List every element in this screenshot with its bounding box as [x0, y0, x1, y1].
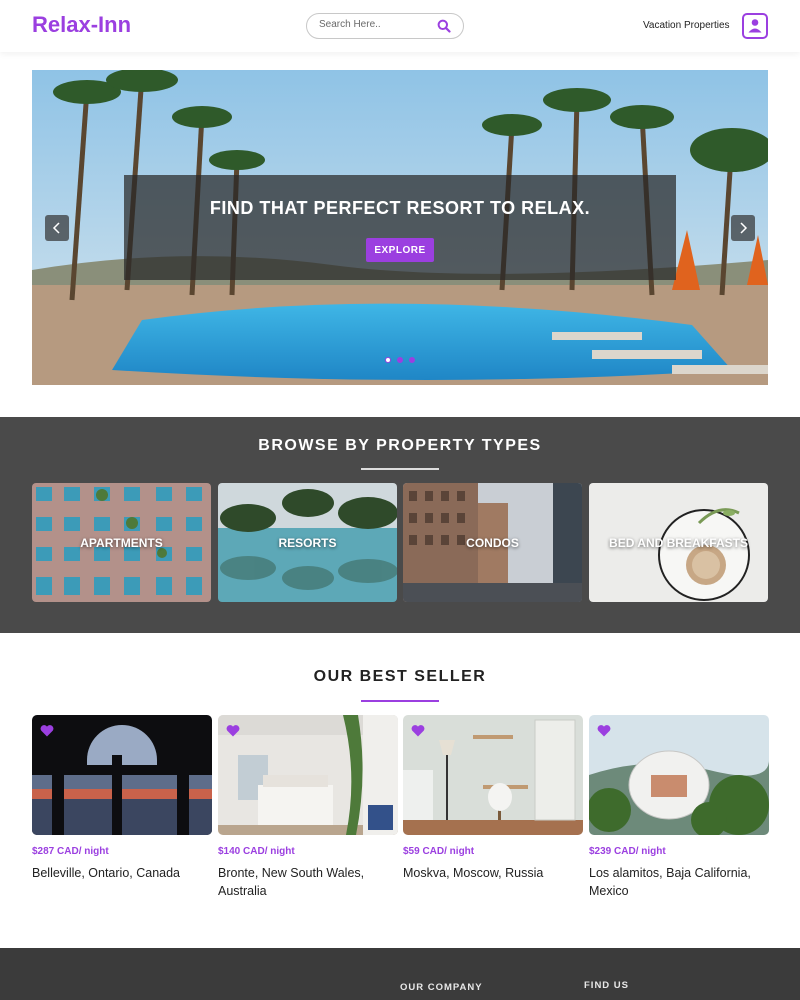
listing-price: $59 CAD/ night [403, 846, 475, 857]
footer-heading-find-us: FIND US [584, 980, 629, 991]
chevron-right-icon [740, 222, 748, 234]
property-type-bed-and-breakfasts[interactable]: BED AND BREAKFASTS [589, 483, 768, 602]
listing-location[interactable]: Moskva, Moscow, Russia [403, 864, 583, 882]
listing-price: $287 CAD/ night [32, 846, 109, 857]
carousel-indicators [383, 357, 423, 365]
property-type-label: APARTMENTS [80, 536, 163, 550]
hero-caption: FIND THAT PERFECT RESORT TO RELAX. EXPLO… [124, 175, 676, 280]
chevron-left-icon [52, 222, 60, 234]
explore-button[interactable]: EXPLORE [366, 238, 434, 262]
title-divider [361, 468, 439, 470]
user-icon [748, 19, 762, 33]
site-logo[interactable]: Relax-Inn [32, 12, 131, 38]
listing-price: $239 CAD/ night [589, 846, 666, 857]
browse-section: BROWSE BY PROPERTY TYPES APARTMENTS RESO… [0, 417, 800, 633]
carousel-prev-button[interactable] [45, 215, 69, 241]
hero-carousel: FIND THAT PERFECT RESORT TO RELAX. EXPLO… [32, 70, 768, 385]
listing-card[interactable]: $59 CAD/ night Moskva, Moscow, Russia [403, 715, 583, 880]
title-divider [361, 700, 439, 702]
browse-title: BROWSE BY PROPERTY TYPES [258, 437, 542, 454]
property-type-resorts[interactable]: RESORTS [218, 483, 397, 602]
listing-photo [32, 715, 212, 835]
listing-image[interactable] [589, 715, 769, 835]
carousel-next-button[interactable] [731, 215, 755, 241]
vacation-properties-link[interactable]: Vacation Properties [643, 20, 730, 31]
property-type-label: RESORTS [278, 536, 337, 550]
account-button[interactable] [742, 13, 768, 39]
listing-image[interactable] [403, 715, 583, 835]
top-header: Relax-Inn Vacation Properties [0, 0, 800, 52]
heart-icon[interactable] [411, 724, 425, 737]
search-box [306, 13, 464, 39]
property-type-apartments[interactable]: APARTMENTS [32, 483, 211, 602]
property-type-label: CONDOS [466, 536, 519, 550]
property-type-condos[interactable]: CONDOS [403, 483, 582, 602]
listing-photo [589, 715, 769, 835]
search-input[interactable] [319, 19, 429, 30]
listing-card[interactable]: $287 CAD/ night Belleville, Ontario, Can… [32, 715, 212, 880]
carousel-dot[interactable] [397, 357, 403, 363]
listing-location[interactable]: Los alamitos, Baja California, Mexico [589, 864, 769, 900]
listing-photo [403, 715, 583, 835]
listing-price: $140 CAD/ night [218, 846, 295, 857]
carousel-dot[interactable] [409, 357, 415, 363]
listing-image[interactable] [32, 715, 212, 835]
carousel-dot[interactable] [385, 357, 391, 363]
heart-icon[interactable] [597, 724, 611, 737]
heart-icon[interactable] [226, 724, 240, 737]
page-footer: OUR COMPANY FIND US [0, 948, 800, 1000]
listing-photo [218, 715, 398, 835]
listing-location[interactable]: Belleville, Ontario, Canada [32, 864, 212, 882]
listing-card[interactable]: $239 CAD/ night Los alamitos, Baja Calif… [589, 715, 769, 898]
heart-icon[interactable] [40, 724, 54, 737]
property-type-label: BED AND BREAKFASTS [609, 536, 748, 550]
listing-card[interactable]: $140 CAD/ night Bronte, New South Wales,… [218, 715, 398, 898]
search-icon[interactable] [437, 19, 451, 33]
listing-image[interactable] [218, 715, 398, 835]
listing-location[interactable]: Bronte, New South Wales, Australia [218, 864, 398, 900]
hero-title: FIND THAT PERFECT RESORT TO RELAX. [209, 198, 591, 218]
best-seller-title: OUR BEST SELLER [313, 668, 487, 685]
footer-heading-company: OUR COMPANY [400, 982, 483, 993]
